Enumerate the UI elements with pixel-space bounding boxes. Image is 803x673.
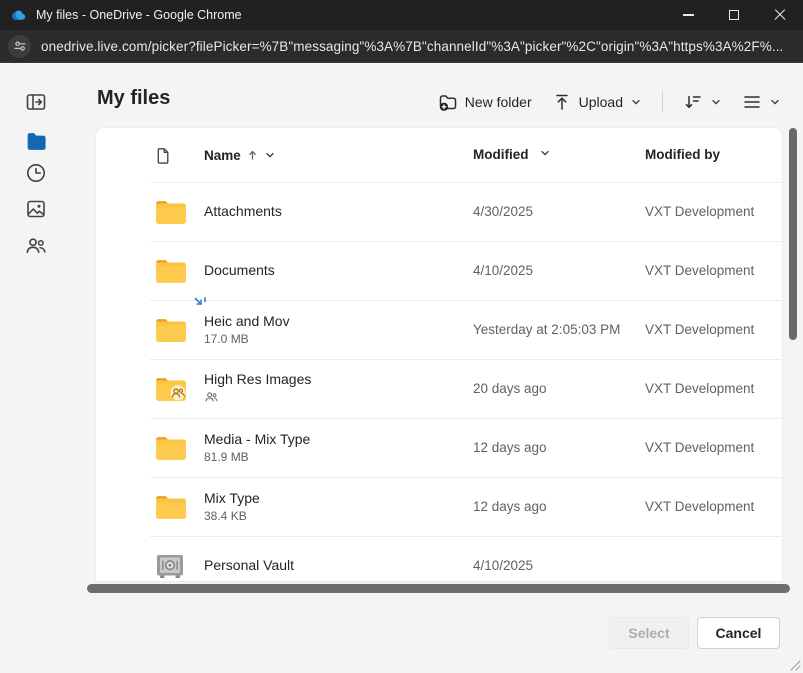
cancel-button[interactable]: Cancel — [697, 617, 780, 649]
horizontal-scrollbar[interactable] — [87, 584, 790, 593]
cursor-click-indicator — [194, 297, 209, 310]
toolbar: New folder Upload — [430, 87, 789, 117]
chevron-down-icon — [630, 96, 642, 108]
sidebar-item-recent[interactable] — [20, 161, 52, 185]
file-size: 81.9 MB — [204, 449, 310, 465]
file-name: High Res Images — [204, 370, 311, 389]
onedrive-favicon — [10, 7, 27, 24]
upload-button[interactable]: Upload — [544, 88, 650, 116]
file-name: Documents — [204, 261, 275, 280]
vault-icon — [154, 552, 186, 580]
file-name: Attachments — [204, 202, 282, 221]
close-button[interactable] — [757, 0, 803, 30]
sidebar-toggle-navigation[interactable] — [20, 90, 52, 114]
recent-clock-icon — [24, 161, 48, 185]
file-modified-by: VXT Development — [645, 204, 782, 219]
chevron-down-icon — [264, 149, 276, 161]
file-modified: 4/30/2025 — [473, 204, 645, 219]
folder-icon — [154, 198, 188, 226]
table-header: Name Modified Modified by — [96, 128, 782, 182]
file-name: Mix Type — [204, 489, 260, 508]
file-modified: Yesterday at 2:05:03 PM — [473, 322, 645, 337]
file-modified: 4/10/2025 — [473, 263, 645, 278]
folder-icon — [154, 316, 188, 344]
file-modified-by: VXT Development — [645, 322, 782, 337]
file-name: Heic and Mov — [204, 312, 290, 331]
chevron-down-icon — [710, 96, 722, 108]
document-type-icon — [154, 146, 173, 165]
file-modified-by: VXT Development — [645, 440, 782, 455]
page-title: My files — [97, 87, 170, 110]
close-icon — [774, 9, 786, 21]
file-modified: 4/10/2025 — [473, 558, 645, 573]
file-row-attachments[interactable]: Attachments 4/30/2025 VXT Development — [96, 182, 782, 241]
site-settings-icon — [13, 39, 27, 53]
file-name: Media - Mix Type — [204, 430, 310, 449]
minimize-button[interactable] — [665, 0, 711, 30]
shared-folder-icon — [154, 375, 188, 403]
view-list-icon — [742, 92, 762, 112]
new-folder-icon — [438, 92, 458, 112]
window-title: My files - OneDrive - Google Chrome — [36, 8, 665, 22]
shared-people-icon — [24, 233, 48, 257]
file-row-media-mix-type[interactable]: Media - Mix Type 81.9 MB 12 days ago VXT… — [96, 418, 782, 477]
file-modified: 12 days ago — [473, 499, 645, 514]
site-info-button[interactable] — [8, 35, 31, 58]
footer-actions: Select Cancel — [609, 617, 780, 649]
column-header-name[interactable]: Name — [204, 148, 473, 163]
onedrive-picker: My files New folder Upload — [0, 63, 803, 673]
chevron-down-icon — [769, 96, 781, 108]
new-folder-label: New folder — [465, 94, 532, 110]
maximize-icon — [729, 10, 739, 20]
window-titlebar: My files - OneDrive - Google Chrome — [0, 0, 803, 30]
file-modified-by: VXT Development — [645, 263, 782, 278]
sidebar-item-shared[interactable] — [20, 233, 52, 257]
select-button[interactable]: Select — [609, 617, 689, 649]
sort-button[interactable] — [675, 88, 730, 116]
column-header-modified-by: Modified by — [645, 146, 782, 164]
file-row-personal-vault[interactable]: Personal Vault 4/10/2025 — [96, 536, 782, 581]
minimize-icon — [683, 14, 694, 15]
shared-people-icon — [204, 389, 219, 404]
view-options-button[interactable] — [734, 88, 789, 116]
photos-image-icon — [24, 197, 48, 221]
file-modified-by: VXT Development — [645, 499, 782, 514]
column-header-modified[interactable]: Modified — [473, 146, 645, 164]
file-size: 17.0 MB — [204, 331, 290, 347]
file-row-documents[interactable]: Documents 4/10/2025 VXT Development — [96, 241, 782, 300]
url-text[interactable]: onedrive.live.com/picker?filePicker=%7B"… — [41, 39, 783, 54]
resize-grip-icon[interactable] — [787, 657, 801, 671]
upload-icon — [552, 92, 572, 112]
file-list: Name Modified Modified by Attachments — [96, 128, 782, 581]
file-row-high-res-images[interactable]: High Res Images 20 days ago VXT Developm… — [96, 359, 782, 418]
file-row-mix-type[interactable]: Mix Type 38.4 KB 12 days ago VXT Develop… — [96, 477, 782, 536]
folder-icon — [154, 434, 188, 462]
sort-icon — [683, 92, 703, 112]
maximize-button[interactable] — [711, 0, 757, 30]
chevron-down-icon — [539, 147, 551, 159]
file-modified: 12 days ago — [473, 440, 645, 455]
sidebar-item-photos[interactable] — [20, 197, 52, 221]
panel-toggle-icon — [24, 90, 48, 114]
file-name: Personal Vault — [204, 556, 294, 575]
toolbar-divider — [662, 91, 663, 113]
file-modified: 20 days ago — [473, 381, 645, 396]
folder-icon — [154, 493, 188, 521]
file-modified-by: VXT Development — [645, 381, 782, 396]
sidebar-item-my-files[interactable] — [20, 129, 52, 153]
my-files-folder-icon — [24, 129, 49, 154]
vertical-scrollbar[interactable] — [789, 128, 797, 340]
sort-ascending-icon — [247, 149, 258, 161]
folder-icon — [154, 257, 188, 285]
new-folder-button[interactable]: New folder — [430, 88, 540, 116]
sidebar — [0, 63, 72, 673]
file-size: 38.4 KB — [204, 508, 260, 524]
browser-address-bar[interactable]: onedrive.live.com/picker?filePicker=%7B"… — [0, 30, 803, 63]
upload-label: Upload — [579, 94, 623, 110]
